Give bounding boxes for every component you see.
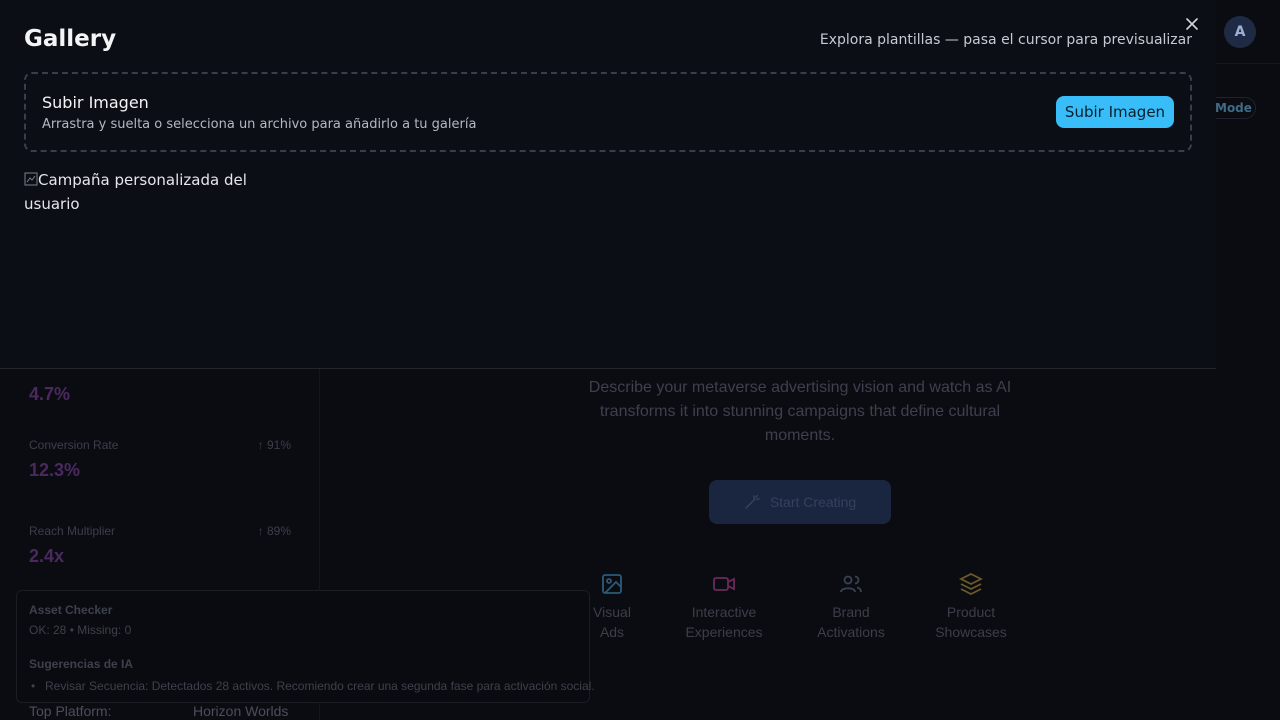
users-icon	[840, 575, 862, 593]
asset-checker-counts: OK: 28 • Missing: 0	[29, 623, 132, 637]
metric-value: 12.3%	[29, 460, 81, 480]
hero-description: Describe your metaverse advertising visi…	[588, 379, 1012, 444]
metric-engagement: 4.7%	[29, 376, 291, 405]
metric-conversion-rate: Conversion Rate ↑ 91% 12.3%	[29, 438, 291, 481]
start-creating-label: Start Creating	[769, 494, 857, 510]
gallery-hint: Explora plantillas — pasa el cursor para…	[819, 32, 1192, 48]
category-brand-activations[interactable]: Brand Activations	[814, 572, 888, 642]
start-creating-button[interactable]: Start Creating	[709, 480, 891, 524]
ai-suggestion-item: Revisar Secuencia: Detectados 28 activos…	[29, 679, 595, 693]
metric-label: Conversion Rate	[29, 438, 119, 452]
broken-image-icon	[24, 172, 38, 186]
category-label: Product Showcases	[935, 604, 1007, 640]
metric-delta: ↑ 91%	[257, 438, 291, 452]
gallery-item-alt-text: Campaña personalizada del usuario	[24, 171, 247, 213]
avatar[interactable]: A	[1224, 16, 1256, 48]
close-icon	[1186, 18, 1198, 30]
upload-dropzone[interactable]: Subir Imagen Arrastra y suelta o selecci…	[24, 72, 1192, 152]
asset-checker-panel: Asset Checker OK: 28 • Missing: 0 Sugere…	[16, 590, 595, 703]
top-platform-value: Horizon Worlds	[193, 703, 289, 719]
upload-image-button[interactable]: Subir Imagen	[1056, 96, 1174, 128]
layers-icon	[959, 572, 983, 596]
image-icon	[602, 574, 622, 594]
video-icon	[713, 577, 735, 591]
dropzone-subtitle: Arrastra y suelta o selecciona un archiv…	[42, 117, 477, 132]
ai-suggestions-title: Sugerencias de IA	[29, 657, 134, 671]
gallery-title: Gallery	[24, 26, 117, 52]
close-button[interactable]	[1182, 14, 1202, 34]
metric-value: 2.4x	[29, 546, 65, 566]
category-label: Visual Ads	[593, 604, 631, 640]
category-label: Brand Activations	[817, 604, 885, 640]
category-visual-ads[interactable]: Visual Ads	[592, 572, 632, 642]
asset-checker-title: Asset Checker	[29, 603, 113, 617]
metric-label: Reach Multiplier	[29, 524, 116, 538]
metric-value: 4.7%	[29, 384, 71, 404]
top-platform-label: Top Platform:	[29, 703, 112, 719]
metric-reach-multiplier: Reach Multiplier ↑ 89% 2.4x	[29, 524, 291, 567]
gallery-panel: Gallery Explora plantillas — pasa el cur…	[0, 0, 1216, 369]
gallery-item[interactable]: Campaña personalizada del usuario	[24, 168, 254, 216]
category-interactive-experiences[interactable]: Interactive Experiences	[684, 572, 764, 642]
magic-wand-icon	[745, 494, 760, 509]
dropzone-title: Subir Imagen	[42, 93, 149, 112]
category-product-showcases[interactable]: Product Showcases	[934, 572, 1008, 642]
metric-delta: ↑ 89%	[257, 524, 291, 538]
category-label: Interactive Experiences	[685, 604, 763, 640]
